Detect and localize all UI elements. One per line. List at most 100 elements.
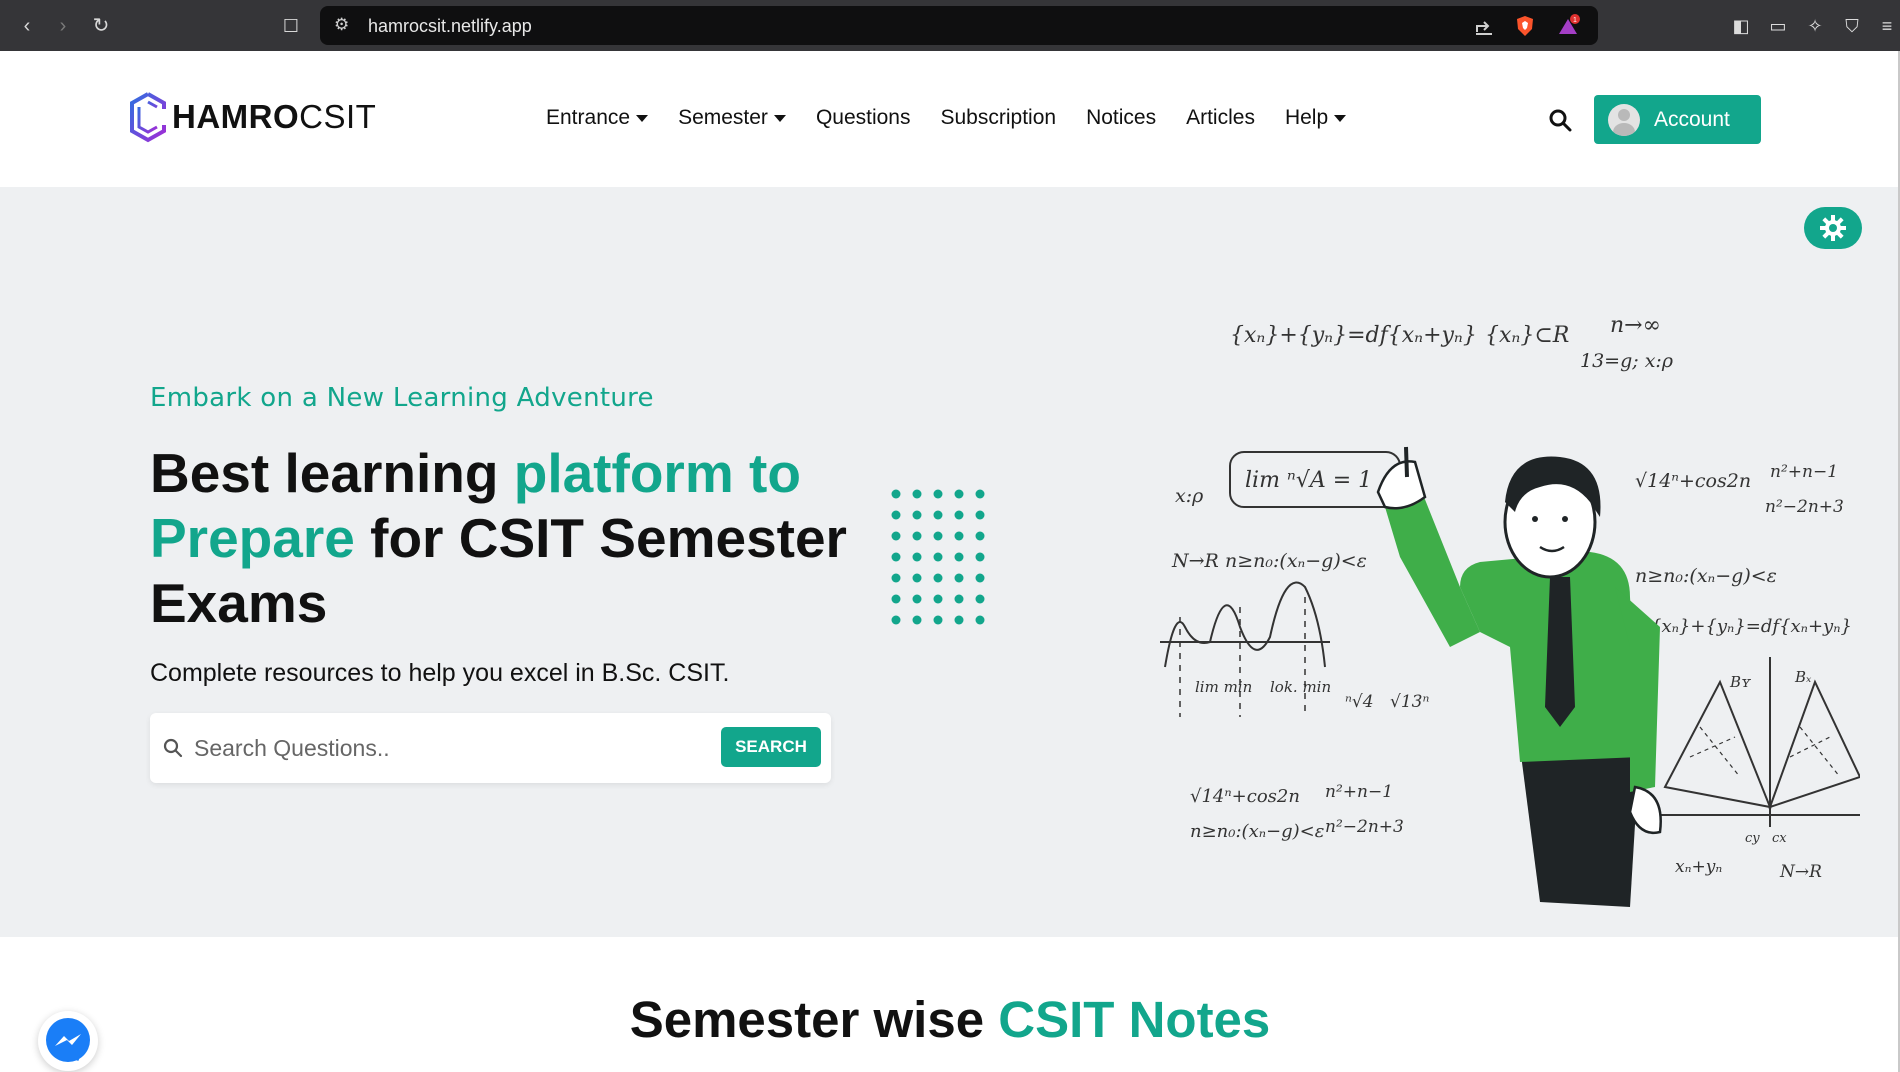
decorative-dot: [975, 573, 985, 583]
formula-text: n≥n₀:(xₙ−g)<ε: [1635, 565, 1777, 587]
formula-text: Bʏ: [1729, 673, 1752, 691]
forward-icon[interactable]: ›: [50, 13, 76, 39]
decorative-dot: [975, 615, 985, 625]
messenger-chat-button[interactable]: [38, 1011, 98, 1071]
brave-rewards-icon[interactable]: 1: [1556, 14, 1580, 38]
section-title-accent: CSIT Notes: [998, 991, 1271, 1048]
decorative-dot: [912, 594, 922, 604]
nav-label: Semester: [678, 106, 768, 129]
decorative-dot-grid: [891, 489, 985, 625]
decorative-dot: [933, 615, 943, 625]
nav-label: Articles: [1186, 106, 1255, 129]
formula-text: n²−2n+3: [1765, 497, 1844, 517]
url-text[interactable]: hamrocsit.netlify.app: [368, 16, 532, 37]
formula-text: 13=g; x:ρ: [1580, 350, 1674, 372]
logo-regular-text: CSIT: [299, 98, 377, 135]
headline-text: Best learning: [150, 442, 514, 504]
math-teacher-illustration: {xₙ}+{yₙ}=df{xₙ+yₙ} {xₙ}⊂R n→∞ 13=g; x:ρ…: [1160, 313, 1860, 907]
decorative-dot: [975, 489, 985, 499]
caret-down-icon: [1334, 114, 1347, 122]
formula-text: n²+n−1: [1770, 462, 1838, 482]
leo-ai-icon[interactable]: ✧: [1803, 14, 1827, 38]
bookmark-icon[interactable]: ☐: [278, 13, 304, 39]
formula-text: x:ρ: [1175, 485, 1204, 507]
decorative-dot: [954, 615, 964, 625]
formula-text: √14ⁿ+cos2n: [1635, 470, 1751, 492]
page-viewport: HAMROCSIT Entrance Semester Questions Su…: [0, 51, 1900, 1072]
site-header: HAMROCSIT Entrance Semester Questions Su…: [0, 51, 1900, 187]
formula-text: n≥n₀:(xₙ−g)<ε: [1225, 550, 1367, 572]
main-nav: Entrance Semester Questions Subscription…: [546, 106, 1376, 130]
formula-text: n→∞: [1610, 313, 1661, 338]
decorative-dot: [912, 510, 922, 520]
decorative-dot: [954, 573, 964, 583]
decorative-dot: [975, 531, 985, 541]
section-heading: Semester wise CSIT Notes: [0, 990, 1900, 1049]
nav-help[interactable]: Help: [1284, 106, 1347, 130]
account-button[interactable]: Account: [1594, 95, 1761, 144]
vpn-shield-icon[interactable]: ⛉: [1840, 14, 1864, 38]
formula-text: Bₓ: [1794, 668, 1812, 686]
browser-toolbar: ‹ › ↻ ☐ ⚙ hamrocsit.netlify.app 1 ◧ ▭ ✧ …: [0, 0, 1900, 51]
nav-notices[interactable]: Notices: [1086, 106, 1156, 130]
decorative-dot: [891, 489, 901, 499]
decorative-dot: [933, 552, 943, 562]
nav-label: Entrance: [546, 106, 631, 129]
nav-label: Subscription: [940, 106, 1057, 129]
formula-text: {xₙ}+{yₙ}=df{xₙ+yₙ}: [1650, 616, 1852, 637]
formula-text: xₙ+yₙ: [1675, 857, 1722, 877]
reload-icon[interactable]: ↻: [88, 13, 114, 39]
settings-button[interactable]: [1804, 207, 1862, 249]
decorative-dot: [891, 552, 901, 562]
decorative-dot: [891, 615, 901, 625]
decorative-dot: [891, 510, 901, 520]
decorative-dot: [954, 510, 964, 520]
hero-subtitle: Complete resources to help you excel in …: [150, 659, 730, 687]
decorative-dot: [891, 573, 901, 583]
decorative-dot: [891, 594, 901, 604]
formula-text: lim ⁿ√A = 1: [1245, 468, 1372, 493]
caret-down-icon: [636, 114, 649, 122]
search-input[interactable]: [194, 727, 694, 769]
nav-semester[interactable]: Semester: [678, 106, 786, 130]
decorative-dot: [954, 531, 964, 541]
nav-questions[interactable]: Questions: [816, 106, 911, 130]
sidebar-toggle-icon[interactable]: ◧: [1729, 14, 1753, 38]
site-settings-icon[interactable]: ⚙: [334, 15, 349, 35]
formula-text: {xₙ}⊂R: [1485, 323, 1569, 348]
avatar-icon: [1608, 103, 1640, 136]
decorative-dot: [912, 489, 922, 499]
decorative-dot: [975, 552, 985, 562]
back-icon[interactable]: ‹: [14, 13, 40, 39]
question-search-box: SEARCH: [150, 713, 831, 783]
decorative-dot: [954, 489, 964, 499]
search-button[interactable]: SEARCH: [721, 727, 821, 767]
nav-entrance[interactable]: Entrance: [546, 106, 649, 130]
decorative-dot: [912, 573, 922, 583]
brave-shield-icon[interactable]: [1513, 14, 1537, 38]
nav-label: Notices: [1086, 106, 1157, 129]
decorative-dot: [933, 489, 943, 499]
messenger-icon: [46, 1018, 90, 1062]
nav-subscription[interactable]: Subscription: [941, 106, 1057, 130]
decorative-dot: [975, 510, 985, 520]
hexagon-logo-icon: [130, 92, 166, 143]
nav-label: Help: [1284, 106, 1329, 129]
site-logo[interactable]: HAMROCSIT: [126, 89, 376, 145]
decorative-dot: [954, 552, 964, 562]
share-icon[interactable]: [1472, 14, 1496, 38]
formula-text: lok. min: [1270, 678, 1331, 696]
address-bar[interactable]: ⚙ hamrocsit.netlify.app 1: [320, 6, 1598, 45]
decorative-dot: [912, 531, 922, 541]
decorative-dot: [933, 531, 943, 541]
hero-section: Embark on a New Learning Adventure Best …: [0, 187, 1900, 937]
menu-icon[interactable]: ≡: [1875, 14, 1899, 38]
nav-articles[interactable]: Articles: [1186, 106, 1255, 130]
search-icon: [163, 738, 183, 758]
formula-text: cx: [1772, 831, 1787, 846]
search-icon[interactable]: [1547, 107, 1573, 133]
wallet-icon[interactable]: ▭: [1766, 14, 1790, 38]
rewards-badge-count: 1: [1573, 17, 1577, 24]
hero-headline: Best learning platform to Prepare for CS…: [150, 441, 870, 636]
gear-icon: [1820, 215, 1846, 241]
